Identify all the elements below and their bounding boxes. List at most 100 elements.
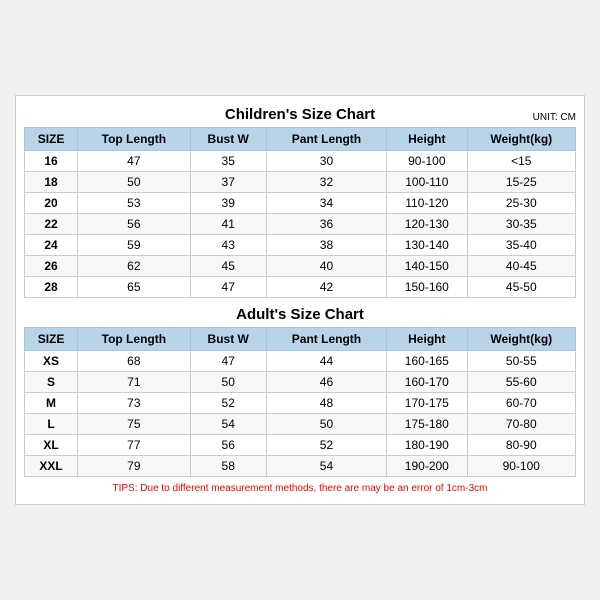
table-row: M735248170-17560-70 bbox=[25, 393, 576, 414]
table-cell: XS bbox=[25, 351, 78, 372]
table-cell: 47 bbox=[190, 351, 266, 372]
children-title-row: Children's Size Chart UNIT: CM bbox=[24, 106, 576, 123]
table-row: L755450175-18070-80 bbox=[25, 414, 576, 435]
adults-col-size: SIZE bbox=[25, 328, 78, 351]
children-col-top-length: Top Length bbox=[78, 128, 191, 151]
table-cell: 60-70 bbox=[467, 393, 575, 414]
adults-tbody: XS684744160-16550-55S715046160-17055-60M… bbox=[25, 351, 576, 477]
table-cell: 41 bbox=[190, 214, 266, 235]
adults-section: Adult's Size Chart SIZE Top Length Bust … bbox=[24, 306, 576, 477]
table-row: 1647353090-100<15 bbox=[25, 151, 576, 172]
table-cell: 50 bbox=[266, 414, 386, 435]
table-cell: 16 bbox=[25, 151, 78, 172]
table-cell: 36 bbox=[266, 214, 386, 235]
table-cell: 160-165 bbox=[387, 351, 467, 372]
table-cell: 175-180 bbox=[387, 414, 467, 435]
table-cell: 24 bbox=[25, 235, 78, 256]
table-cell: 34 bbox=[266, 193, 386, 214]
table-cell: 42 bbox=[266, 277, 386, 298]
table-cell: 30 bbox=[266, 151, 386, 172]
adults-col-pant-length: Pant Length bbox=[266, 328, 386, 351]
table-row: 18503732100-11015-25 bbox=[25, 172, 576, 193]
children-col-pant-length: Pant Length bbox=[266, 128, 386, 151]
table-cell: 45-50 bbox=[467, 277, 575, 298]
table-cell: 25-30 bbox=[467, 193, 575, 214]
table-cell: 160-170 bbox=[387, 372, 467, 393]
children-col-bust-w: Bust W bbox=[190, 128, 266, 151]
table-cell: 190-200 bbox=[387, 456, 467, 477]
table-cell: 47 bbox=[190, 277, 266, 298]
table-cell: 59 bbox=[78, 235, 191, 256]
table-cell: 77 bbox=[78, 435, 191, 456]
adults-col-weight: Weight(kg) bbox=[467, 328, 575, 351]
table-cell: 35 bbox=[190, 151, 266, 172]
table-cell: 47 bbox=[78, 151, 191, 172]
table-cell: XXL bbox=[25, 456, 78, 477]
table-cell: 18 bbox=[25, 172, 78, 193]
table-cell: 38 bbox=[266, 235, 386, 256]
adults-col-height: Height bbox=[387, 328, 467, 351]
table-row: S715046160-17055-60 bbox=[25, 372, 576, 393]
table-cell: 50 bbox=[78, 172, 191, 193]
table-cell: <15 bbox=[467, 151, 575, 172]
table-cell: 140-150 bbox=[387, 256, 467, 277]
table-cell: 110-120 bbox=[387, 193, 467, 214]
children-header-row: SIZE Top Length Bust W Pant Length Heigh… bbox=[25, 128, 576, 151]
adults-size-table: SIZE Top Length Bust W Pant Length Heigh… bbox=[24, 327, 576, 477]
table-cell: 90-100 bbox=[387, 151, 467, 172]
table-row: XS684744160-16550-55 bbox=[25, 351, 576, 372]
table-cell: 37 bbox=[190, 172, 266, 193]
table-cell: 45 bbox=[190, 256, 266, 277]
adults-col-top-length: Top Length bbox=[78, 328, 191, 351]
table-cell: 46 bbox=[266, 372, 386, 393]
table-cell: 90-100 bbox=[467, 456, 575, 477]
table-cell: 40-45 bbox=[467, 256, 575, 277]
table-cell: 71 bbox=[78, 372, 191, 393]
table-cell: XL bbox=[25, 435, 78, 456]
table-cell: 40 bbox=[266, 256, 386, 277]
children-col-height: Height bbox=[387, 128, 467, 151]
table-cell: 39 bbox=[190, 193, 266, 214]
table-cell: 22 bbox=[25, 214, 78, 235]
table-cell: 53 bbox=[78, 193, 191, 214]
adults-title: Adult's Size Chart bbox=[236, 306, 364, 323]
table-row: 28654742150-16045-50 bbox=[25, 277, 576, 298]
chart-container: Children's Size Chart UNIT: CM SIZE Top … bbox=[15, 95, 585, 505]
table-cell: 150-160 bbox=[387, 277, 467, 298]
table-cell: 20 bbox=[25, 193, 78, 214]
table-cell: 56 bbox=[78, 214, 191, 235]
table-cell: 170-175 bbox=[387, 393, 467, 414]
children-col-weight: Weight(kg) bbox=[467, 128, 575, 151]
table-cell: 180-190 bbox=[387, 435, 467, 456]
table-cell: 26 bbox=[25, 256, 78, 277]
table-row: 24594338130-14035-40 bbox=[25, 235, 576, 256]
table-cell: 56 bbox=[190, 435, 266, 456]
table-cell: 54 bbox=[266, 456, 386, 477]
table-cell: 58 bbox=[190, 456, 266, 477]
table-cell: 75 bbox=[78, 414, 191, 435]
table-cell: 80-90 bbox=[467, 435, 575, 456]
adults-header-row: SIZE Top Length Bust W Pant Length Heigh… bbox=[25, 328, 576, 351]
table-cell: 52 bbox=[266, 435, 386, 456]
table-row: 22564136120-13030-35 bbox=[25, 214, 576, 235]
table-cell: L bbox=[25, 414, 78, 435]
table-row: 20533934110-12025-30 bbox=[25, 193, 576, 214]
children-tbody: 1647353090-100<1518503732100-11015-25205… bbox=[25, 151, 576, 298]
table-cell: 70-80 bbox=[467, 414, 575, 435]
tips-text: TIPS: Due to different measurement metho… bbox=[24, 483, 576, 494]
children-size-table: SIZE Top Length Bust W Pant Length Heigh… bbox=[24, 127, 576, 298]
table-cell: 130-140 bbox=[387, 235, 467, 256]
table-cell: 50 bbox=[190, 372, 266, 393]
table-cell: 100-110 bbox=[387, 172, 467, 193]
table-cell: 54 bbox=[190, 414, 266, 435]
table-cell: 28 bbox=[25, 277, 78, 298]
table-cell: 120-130 bbox=[387, 214, 467, 235]
table-cell: 79 bbox=[78, 456, 191, 477]
table-cell: 62 bbox=[78, 256, 191, 277]
adults-col-bust-w: Bust W bbox=[190, 328, 266, 351]
table-cell: 55-60 bbox=[467, 372, 575, 393]
children-col-size: SIZE bbox=[25, 128, 78, 151]
table-row: XL775652180-19080-90 bbox=[25, 435, 576, 456]
table-cell: 44 bbox=[266, 351, 386, 372]
children-title: Children's Size Chart bbox=[225, 106, 375, 123]
